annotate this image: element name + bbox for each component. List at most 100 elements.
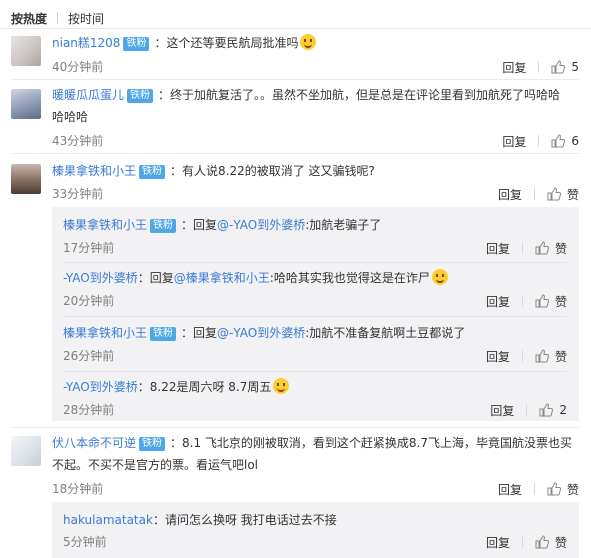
reply-meta: 26分钟前 回复 赞 [63, 347, 567, 365]
reply-button[interactable]: 回复 [502, 59, 526, 76]
comment-time: 33分钟前 [52, 187, 104, 201]
reply-button[interactable]: 回复 [498, 186, 522, 203]
thumbs-up-icon [535, 241, 549, 255]
fan-badge[interactable]: 铁粉 [123, 37, 150, 51]
username[interactable]: 榛果拿铁和小王 [52, 164, 136, 178]
username[interactable]: -YAO到外婆桥 [63, 380, 138, 394]
username[interactable]: -YAO到外婆桥 [63, 271, 138, 285]
tab-separator [57, 12, 59, 24]
reply-button[interactable]: 回复 [486, 534, 510, 551]
action-separator [538, 135, 540, 147]
reply-body: hakulamatatak：请问怎么换呀 我打电话过去不接 [63, 510, 567, 530]
action-separator [526, 404, 528, 416]
comment-body: 伏八本命不可逆 铁粉 ：8.1 飞北京的刚被取消，看到这个赶紧换成8.7飞上海，毕竟… [52, 432, 579, 476]
mention-link[interactable]: @-YAO到外婆桥 [217, 218, 305, 232]
action-separator [538, 61, 540, 73]
like-button[interactable]: 赞 [535, 348, 567, 365]
reply-body: 榛果拿铁和小王 铁粉 ：回复@-YAO到外婆桥:加航老骗子了 [63, 215, 567, 235]
comment-text-continued: 不起。不买不是官方的票。看运气吧lol [52, 458, 259, 472]
like-label: 赞 [554, 349, 567, 364]
reply-body: -YAO到外婆桥：8.22是周六呀 8.7周五 [63, 377, 567, 397]
like-label: 赞 [566, 187, 579, 202]
comment-actions: 回复 赞 [498, 480, 579, 498]
emoji-icon [300, 34, 317, 50]
reply-meta: 5分钟前 回复 赞 [63, 533, 567, 551]
username[interactable]: 暖暖瓜瓜蛋儿 [52, 88, 124, 102]
comment-text-continued: 哈哈哈 [52, 110, 89, 124]
like-button[interactable]: 6 [551, 134, 579, 148]
username[interactable]: 榛果拿铁和小王 [63, 326, 147, 340]
reply-text: :加航老骗子了 [305, 218, 382, 232]
avatar[interactable] [11, 89, 41, 119]
reply-button[interactable]: 回复 [490, 402, 514, 419]
emoji-icon [431, 269, 448, 285]
reply-prefix: ：回复 [181, 326, 218, 340]
like-label: 赞 [554, 294, 567, 309]
comment-body: 暖暖瓜瓜蛋儿 铁粉 ：终于加航复活了。。虽然不坐加航，但是总是在评论里看到加航死了吗… [52, 84, 579, 128]
action-separator [521, 536, 523, 548]
like-button[interactable]: 5 [551, 60, 579, 74]
mention-link[interactable]: @-YAO到外婆桥 [217, 326, 305, 340]
reply-actions: 回复 赞 [486, 239, 567, 257]
avatar[interactable] [11, 436, 41, 466]
fan-badge[interactable]: 铁粉 [127, 89, 154, 103]
username[interactable]: nian糕1208 [52, 36, 120, 50]
reply-button[interactable]: 回复 [486, 240, 510, 257]
fan-badge[interactable]: 铁粉 [150, 327, 177, 341]
comment-time: 18分钟前 [52, 482, 104, 496]
reply-list: 榛果拿铁和小王 铁粉 ：回复@-YAO到外婆桥:加航老骗子了 17分钟前 回复 赞 … [52, 207, 579, 421]
like-label: 赞 [554, 535, 567, 550]
reply-body: 榛果拿铁和小王 铁粉 ：回复@-YAO到外婆桥:加航不准备复航啊土豆都说了 [63, 323, 567, 343]
avatar[interactable] [11, 36, 41, 66]
like-button[interactable]: 赞 [547, 186, 579, 203]
reply-time: 5分钟前 [63, 535, 107, 549]
tab-sort-time[interactable]: 按时间 [68, 10, 104, 27]
divider [11, 427, 579, 428]
reply-time: 17分钟前 [63, 241, 115, 255]
avatar[interactable] [11, 164, 41, 194]
username[interactable]: 榛果拿铁和小王 [63, 218, 147, 232]
mention-link[interactable]: @榛果拿铁和小王 [174, 271, 270, 285]
comment-body: nian糕1208 铁粉 ：这个还等要民航局批准吗 [52, 32, 579, 54]
fan-badge[interactable]: 铁粉 [150, 219, 177, 233]
reply-button[interactable]: 回复 [502, 133, 526, 150]
reply-button[interactable]: 回复 [498, 481, 522, 498]
divider [63, 316, 567, 317]
like-button[interactable]: 赞 [535, 293, 567, 310]
username[interactable]: hakulamatatak [63, 513, 153, 527]
divider [0, 28, 591, 29]
reply-actions: 回复 赞 [486, 533, 567, 551]
comment-text: ：8.1 飞北京的刚被取消，看到这个赶紧换成8.7飞上海，毕竟国航没票也买 [170, 436, 573, 450]
comment-actions: 回复 5 [502, 58, 579, 76]
reply-text: ：请问怎么换呀 我打电话过去不接 [152, 513, 337, 527]
comment-meta: 18分钟前 回复 赞 [52, 480, 579, 498]
thumbs-up-icon [535, 294, 549, 308]
like-label: 赞 [566, 482, 579, 497]
thumbs-up-icon [547, 482, 561, 496]
reply-actions: 回复 赞 [486, 292, 567, 310]
reply-list: hakulamatatak：请问怎么换呀 我打电话过去不接 5分钟前 回复 赞 [52, 502, 579, 558]
comment-text: ：这个还等要民航局批准吗 [154, 36, 299, 50]
like-button[interactable]: 赞 [547, 481, 579, 498]
like-button[interactable]: 赞 [535, 240, 567, 257]
comment-meta: 33分钟前 回复 赞 [52, 185, 579, 203]
tab-sort-hot[interactable]: 按热度 [11, 10, 47, 27]
username[interactable]: 伏八本命不可逆 [52, 436, 136, 450]
action-separator [533, 188, 535, 200]
divider [63, 371, 567, 372]
fan-badge[interactable]: 铁粉 [139, 165, 166, 179]
reply-button[interactable]: 回复 [486, 348, 510, 365]
comment-meta: 40分钟前 回复 5 [52, 58, 579, 76]
reply-button[interactable]: 回复 [486, 293, 510, 310]
reply-time: 26分钟前 [63, 349, 115, 363]
thumbs-up-icon [539, 403, 554, 417]
reply-actions: 回复 2 [490, 401, 567, 419]
like-button[interactable]: 赞 [535, 534, 567, 551]
fan-badge[interactable]: 铁粉 [139, 437, 166, 451]
reply-prefix: ：回复 [181, 218, 218, 232]
like-button[interactable]: 2 [539, 403, 567, 417]
comment-text: ：有人说8.22的被取消了 这又骗钱呢? [170, 164, 375, 178]
action-separator [521, 242, 523, 254]
comment-meta: 43分钟前 回复 6 [52, 132, 579, 150]
divider [11, 153, 579, 154]
